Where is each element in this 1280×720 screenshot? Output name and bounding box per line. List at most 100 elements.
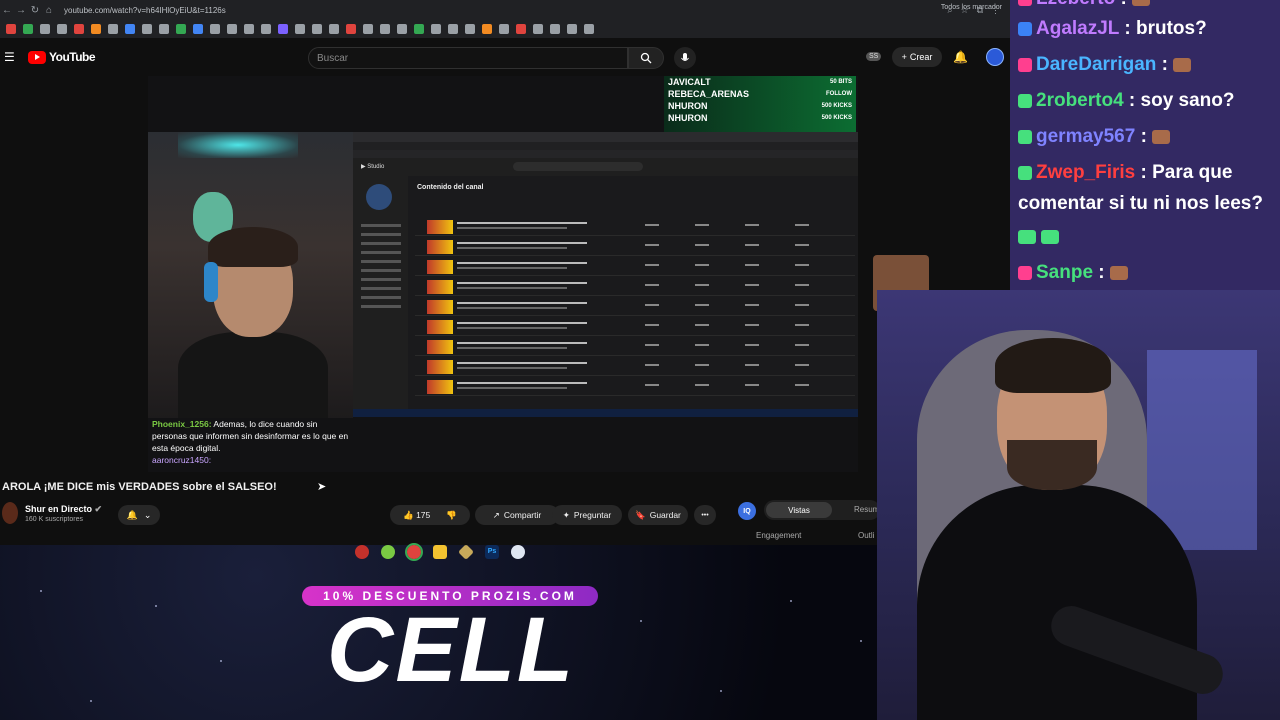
bookmark-favicon-icon[interactable] — [499, 24, 509, 34]
bookmark-favicon-icon[interactable] — [142, 24, 152, 34]
app-icon[interactable] — [381, 545, 395, 559]
bookmark-favicon-icon[interactable] — [295, 24, 305, 34]
youtube-logo[interactable]: YouTube — [28, 50, 96, 64]
bookmark-favicon-icon[interactable] — [312, 24, 322, 34]
bookmark-favicon-icon[interactable] — [414, 24, 424, 34]
bookmark-favicon-icon[interactable] — [91, 24, 101, 34]
channel-name[interactable]: Shur en Directo ✔ — [25, 504, 102, 515]
bookmark-favicon-icon[interactable] — [210, 24, 220, 34]
ask-button[interactable]: ✦ Preguntar — [552, 505, 622, 525]
home-icon[interactable]: ⌂ — [42, 5, 56, 16]
studio-sidebar-item — [361, 287, 401, 290]
star — [90, 700, 92, 702]
bookmark-favicon-icon[interactable] — [125, 24, 135, 34]
bookmark-favicon-icon[interactable] — [465, 24, 475, 34]
bookmark-favicon-icon[interactable] — [23, 24, 33, 34]
subscriber-count: 160 K suscriptores — [25, 516, 83, 523]
chat-username[interactable]: germay567 — [1036, 126, 1135, 147]
bookmark-favicon-icon[interactable] — [278, 24, 288, 34]
alert-value: 500 KICKS — [821, 115, 852, 121]
chat-username[interactable]: DareDarrigan — [1036, 54, 1156, 75]
bookmark-favicon-icon[interactable] — [6, 24, 16, 34]
bookmark-favicon-icon[interactable] — [516, 24, 526, 34]
date-cell — [695, 364, 709, 366]
bookmark-favicon-icon[interactable] — [244, 24, 254, 34]
streamer-webcam — [877, 290, 1280, 720]
bookmark-favicon-icon[interactable] — [329, 24, 339, 34]
bookmark-favicon-icon[interactable] — [159, 24, 169, 34]
bell-icon: 🔔 — [126, 509, 138, 520]
url-text[interactable]: youtube.com/watch?v=h64IHlOyEiU&t=1126s — [64, 6, 947, 15]
photoshop-icon[interactable]: Ps — [485, 545, 499, 559]
bookmark-favicon-icon[interactable] — [550, 24, 560, 34]
stream-alerts-panel: JAVICALT 50 BITS REBECA_ARENAS FOLLOW NHURON… — [664, 76, 856, 132]
bookmark-favicon-icon[interactable] — [533, 24, 543, 34]
chat-text: : — [1156, 54, 1168, 75]
address-bar[interactable]: ← → ↻ ⌂ youtube.com/watch?v=h64IHlOyEiU&… — [0, 0, 1010, 20]
ss-badge: SS — [866, 52, 882, 61]
back-icon[interactable]: ← — [0, 5, 14, 16]
video-thumbnail — [427, 380, 453, 394]
bookmark-favicon-icon[interactable] — [380, 24, 390, 34]
share-button[interactable]: ↗ Compartir — [475, 505, 559, 525]
chat-username[interactable]: AgalazJL — [1036, 18, 1119, 39]
app-icon[interactable] — [355, 545, 369, 559]
bookmark-favicon-icon[interactable] — [448, 24, 458, 34]
like-button[interactable]: 👍 175 — [403, 510, 430, 521]
bookmark-favicon-icon[interactable] — [431, 24, 441, 34]
bookmark-favicon-icon[interactable] — [261, 24, 271, 34]
views-cell — [745, 324, 759, 326]
person-hair — [208, 227, 298, 267]
folder-icon[interactable] — [433, 545, 447, 559]
chat-message: comentar si tu ni nos lees? — [1018, 193, 1263, 215]
search-input[interactable]: Buscar — [308, 47, 628, 69]
chat-username[interactable]: Lzeberto — [1036, 0, 1115, 9]
studio-sidebar-item — [361, 242, 401, 245]
reload-icon[interactable]: ↻ — [28, 5, 42, 16]
more-actions-button[interactable]: ••• — [694, 505, 716, 525]
chat-username[interactable]: Zwep_Firis — [1036, 162, 1135, 183]
channel-avatar[interactable] — [2, 502, 18, 524]
video-title-line — [457, 302, 587, 304]
twitch-chat: Lzeberto : AgalazJL : brutos? DareDarriga… — [1010, 0, 1280, 290]
save-button[interactable]: 🔖 Guardar — [628, 505, 688, 525]
video-thumbnail — [427, 260, 453, 274]
subscription-bell-button[interactable]: 🔔 ⌄ — [118, 505, 160, 525]
bookmark-favicon-icon[interactable] — [584, 24, 594, 34]
bookmark-favicon-icon[interactable] — [57, 24, 67, 34]
create-button[interactable]: + Crear — [892, 47, 942, 67]
bookmark-favicon-icon[interactable] — [346, 24, 356, 34]
chat-username[interactable]: Sanpe — [1036, 262, 1093, 283]
bookmark-favicon-icon[interactable] — [227, 24, 237, 34]
account-avatar[interactable] — [986, 48, 1004, 66]
star — [790, 600, 792, 602]
forward-icon[interactable]: → — [14, 5, 28, 16]
search-button[interactable] — [628, 47, 664, 69]
voice-search-button[interactable] — [674, 47, 696, 69]
hamburger-menu-icon[interactable]: ☰ — [4, 50, 15, 64]
led-light — [178, 132, 298, 158]
bookmark-favicon-icon[interactable] — [397, 24, 407, 34]
bookmark-favicon-icon[interactable] — [363, 24, 373, 34]
bookmark-favicon-icon[interactable] — [176, 24, 186, 34]
chat-username[interactable]: 2roberto4 — [1036, 90, 1124, 111]
dislike-button[interactable]: 👎 — [446, 510, 457, 521]
chrome-icon[interactable] — [405, 543, 423, 561]
bookmark-favicon-icon[interactable] — [108, 24, 118, 34]
iq-icon[interactable]: IQ — [738, 502, 756, 520]
app-icon[interactable] — [458, 544, 474, 560]
tab-vistas[interactable]: Vistas — [766, 502, 832, 518]
notifications-bell-icon[interactable]: 🔔 — [953, 50, 968, 64]
video-player[interactable]: JAVICALT 50 BITS REBECA_ARENAS FOLLOW NHURON… — [148, 76, 858, 472]
bookmark-favicon-icon[interactable] — [40, 24, 50, 34]
tab-resumen[interactable]: Resum — [854, 505, 879, 514]
bookmark-favicon-icon[interactable] — [74, 24, 84, 34]
comments-cell — [795, 244, 809, 246]
bookmark-favicon-icon[interactable] — [193, 24, 203, 34]
person-body — [917, 485, 1197, 720]
bookmark-favicon-icon[interactable] — [567, 24, 577, 34]
all-bookmarks-link[interactable]: Todos los marcador — [941, 4, 1002, 11]
app-icon[interactable] — [511, 545, 525, 559]
bookmark-favicon-icon[interactable] — [482, 24, 492, 34]
views-cell — [745, 224, 759, 226]
